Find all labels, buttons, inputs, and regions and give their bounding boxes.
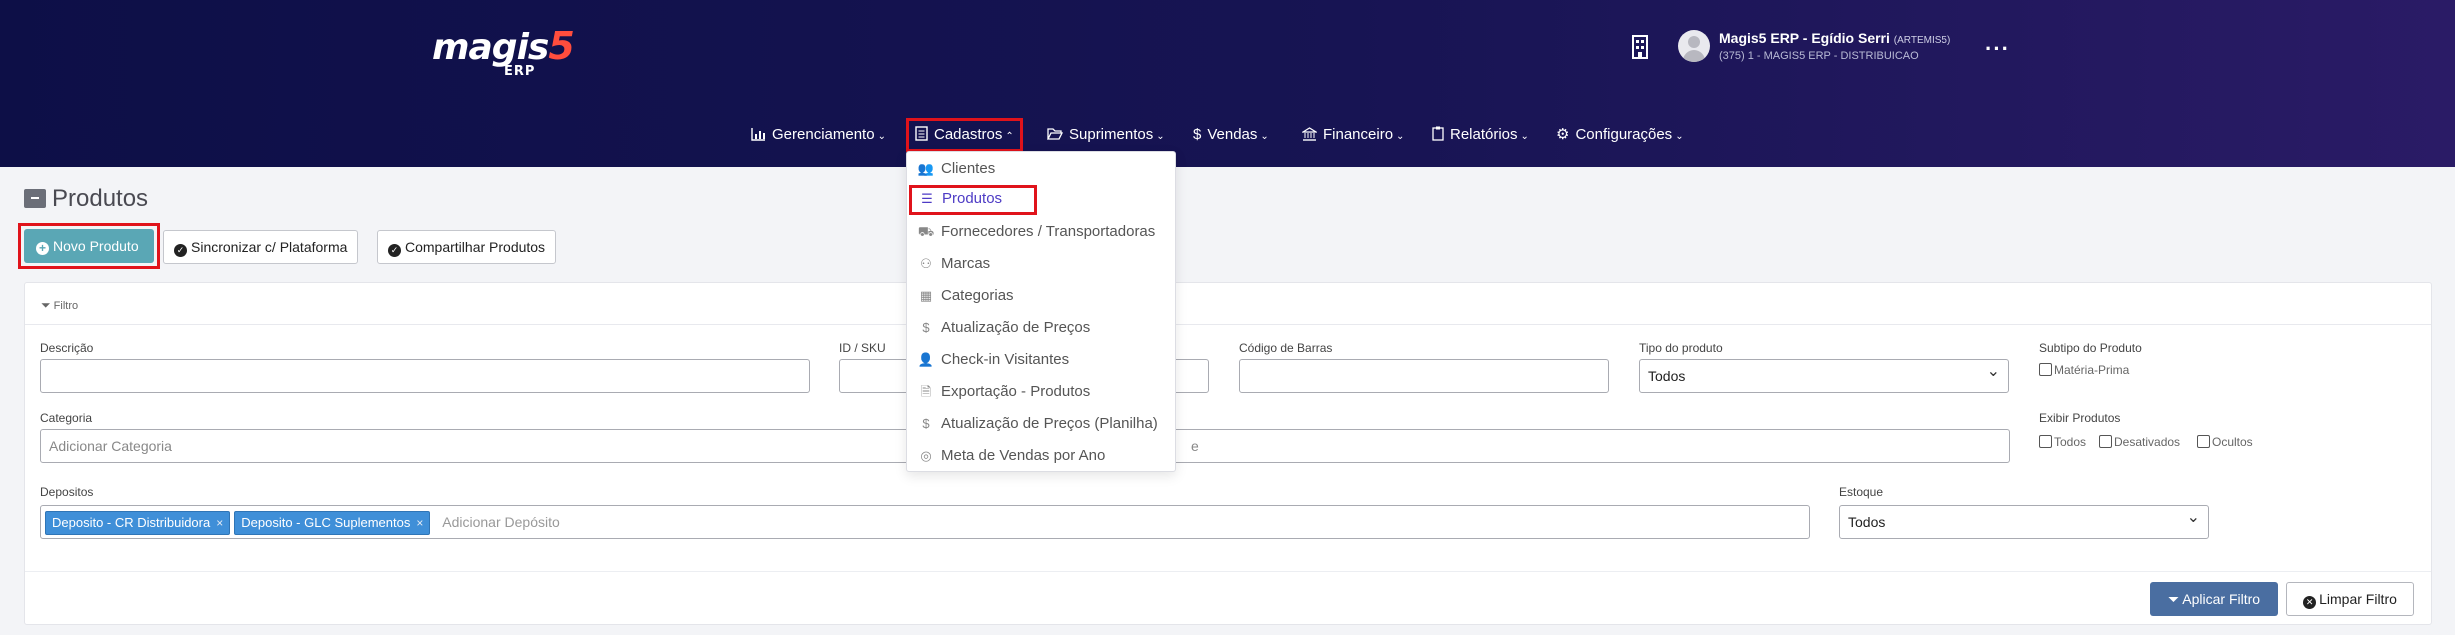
menu-item-clientes[interactable]: 👥 Clientes <box>907 155 995 183</box>
exibir-ocultos-checkbox[interactable]: Ocultos <box>2197 435 2253 449</box>
gear-icon: ⚙ <box>1556 126 1570 143</box>
estoque-label: Estoque <box>1839 485 1884 499</box>
logo-five: 5 <box>548 24 575 68</box>
check-circle-icon: ✓ <box>388 244 401 257</box>
clear-filter-button[interactable]: ✕ Limpar Filtro <box>2286 582 2414 616</box>
apply-filter-button[interactable]: ⏷ Aplicar Filtro <box>2150 582 2278 616</box>
user-tag: (ARTEMIS5) <box>1893 35 1951 46</box>
nav-vendas[interactable]: $ Vendas ⌄ <box>1193 120 1269 150</box>
menu-item-atualizacao-precos-planilha[interactable]: $ Atualização de Preços (Planilha) <box>907 410 1157 438</box>
descricao-label: Descrição <box>40 341 94 355</box>
nav-suprimentos[interactable]: Suprimentos ⌄ <box>1046 120 1165 150</box>
marca-placeholder-tail: e <box>1191 438 1199 454</box>
nav-cadastros[interactable]: Cadastros ⌃ <box>906 118 1023 152</box>
cadastros-dropdown-menu: 👥 Clientes ☰ Produtos ⛟ Fornecedores / Tran… <box>906 151 1176 472</box>
chart-icon <box>751 127 765 141</box>
tipo-produto-label: Tipo do produto <box>1639 341 1723 355</box>
menu-item-fornecedores[interactable]: ⛟ Fornecedores / Transportadoras <box>907 218 1155 246</box>
sitemap-icon: ⚇ <box>920 256 932 271</box>
new-product-highlight: + Novo Produto <box>18 223 160 269</box>
grid-icon: ▦ <box>919 288 933 303</box>
dollar-icon: $ <box>922 416 930 431</box>
target-icon: ◎ <box>920 448 932 463</box>
tipo-produto-select[interactable]: Todos <box>1639 359 2009 393</box>
menu-item-meta-vendas[interactable]: ◎ Meta de Vendas por Ano <box>907 442 1105 470</box>
logo-word: magis <box>432 27 549 68</box>
share-products-button[interactable]: ✓ Compartilhar Produtos <box>377 230 557 264</box>
file-export-icon: 🗎 <box>920 384 932 399</box>
archive-icon <box>24 189 46 208</box>
exibir-todos-checkbox[interactable]: Todos <box>2039 435 2086 449</box>
filter-header[interactable]: ⏷ Filtro <box>25 283 2431 325</box>
check-circle-icon: ✓ <box>174 244 187 257</box>
new-product-button[interactable]: + Novo Produto <box>24 229 154 263</box>
main-nav: Gerenciamento ⌄ Cadastros ⌃ Suprimentos ⌄ $… <box>0 118 2455 152</box>
subtipo-label: Subtipo do Produto <box>2039 341 2142 355</box>
remove-tag-icon[interactable]: × <box>216 516 223 530</box>
dollar-icon: $ <box>922 320 930 335</box>
user-company: (375) 1 - MAGIS5 ERP - DISTRIBUICAO <box>1719 50 1919 62</box>
users-icon: 👥 <box>917 161 935 176</box>
exibir-produtos-label: Exibir Produtos <box>2039 411 2121 425</box>
materia-prima-checkbox[interactable]: Matéria-Prima <box>2039 363 2129 377</box>
menu-item-checkin-visitantes[interactable]: 👤 Check-in Visitantes <box>907 346 1069 374</box>
clear-circle-icon: ✕ <box>2303 596 2317 609</box>
estoque-select[interactable]: Todos <box>1839 505 2209 539</box>
top-header: magis5 ERP Magis5 ERP - Egídio Serri (AR… <box>0 0 2455 167</box>
sku-label: ID / SKU <box>839 341 886 355</box>
categoria-label: Categoria <box>40 411 93 425</box>
menu-item-produtos[interactable]: ☰ Produtos <box>909 185 1037 215</box>
menu-item-marcas[interactable]: ⚇ Marcas <box>907 250 990 278</box>
deposito-tag[interactable]: Deposito - CR Distribuidora × <box>45 511 231 536</box>
filter-icon: ⏷ <box>41 298 51 312</box>
list-icon: ☰ <box>921 191 933 206</box>
panel-divider <box>25 571 2431 572</box>
user-name[interactable]: Magis5 ERP - Egídio Serri (ARTEMIS5) <box>1719 30 1950 46</box>
filter-icon: ⏷ <box>2167 591 2180 607</box>
depositos-input[interactable]: Deposito - CR Distribuidora × Deposito - G… <box>40 505 1810 539</box>
bank-icon <box>1300 126 1319 141</box>
document-icon <box>915 126 928 141</box>
nav-relatorios[interactable]: Relatórios ⌄ <box>1432 120 1529 150</box>
clipboard-icon <box>1432 126 1444 141</box>
remove-tag-icon[interactable]: × <box>416 516 423 530</box>
depositos-label: Depositos <box>40 485 94 499</box>
plus-circle-icon: + <box>36 242 49 255</box>
nav-configuracoes[interactable]: ⚙ Configurações ⌄ <box>1556 120 1684 150</box>
user-check-icon: 👤 <box>917 352 935 367</box>
sync-platform-button[interactable]: ✓ Sincronizar c/ Plataforma <box>163 230 359 264</box>
exibir-desativados-checkbox[interactable]: Desativados <box>2099 435 2180 449</box>
menu-item-categorias[interactable]: ▦ Categorias <box>907 282 1014 310</box>
folder-open-icon <box>1046 128 1064 140</box>
menu-item-exportacao-produtos[interactable]: 🗎 Exportação - Produtos <box>907 378 1090 406</box>
avatar[interactable] <box>1678 30 1710 62</box>
filter-panel: ⏷ Filtro Descrição ID / SKU Código de Ba… <box>24 282 2432 625</box>
descricao-input[interactable] <box>40 359 810 393</box>
nav-gerenciamento[interactable]: Gerenciamento ⌄ <box>751 120 886 150</box>
page-title: Produtos <box>24 185 148 213</box>
deposito-placeholder: Adicionar Depósito <box>442 514 560 530</box>
truck-icon: ⛟ <box>917 224 935 239</box>
deposito-tag[interactable]: Deposito - GLC Suplementos × <box>234 511 431 536</box>
dollar-icon: $ <box>1193 126 1202 143</box>
nav-financeiro[interactable]: Financeiro ⌄ <box>1300 120 1404 150</box>
menu-item-atualizacao-precos[interactable]: $ Atualização de Preços <box>907 314 1090 342</box>
barcode-label: Código de Barras <box>1239 341 1333 355</box>
magis5-logo[interactable]: magis5 ERP <box>432 24 575 79</box>
logo-sub: ERP <box>504 64 536 79</box>
building-icon[interactable] <box>1630 35 1650 59</box>
more-options-icon[interactable]: ··· <box>1985 36 2010 62</box>
barcode-input[interactable] <box>1239 359 1609 393</box>
